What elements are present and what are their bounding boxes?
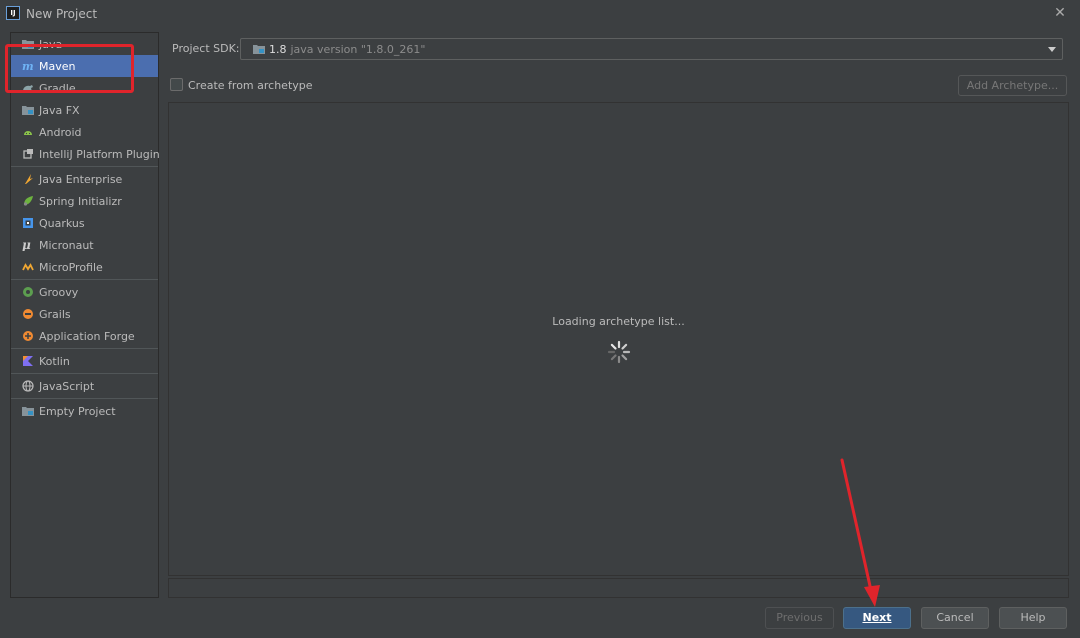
maven-icon: m: [22, 60, 34, 72]
create-from-archetype-checkbox[interactable]: [170, 78, 183, 91]
sidebar-item-empty-project[interactable]: Empty Project: [11, 400, 158, 422]
sidebar-item-java[interactable]: Java: [11, 33, 158, 55]
next-button-label: Next: [862, 611, 892, 624]
create-from-archetype-label[interactable]: Create from archetype: [188, 79, 313, 92]
sdk-folder-icon: [253, 45, 265, 54]
chevron-down-icon[interactable]: [1048, 47, 1056, 52]
gradle-icon: [22, 82, 34, 94]
sidebar-item-intellij-platform-plugin[interactable]: IntelliJ Platform Plugin: [11, 143, 160, 165]
sidebar-item-label: Java Enterprise: [39, 172, 123, 186]
close-icon[interactable]: ✕: [1052, 5, 1068, 21]
sidebar-item-quarkus[interactable]: Quarkus: [11, 212, 158, 234]
help-button[interactable]: Help: [999, 607, 1067, 629]
sidebar-item-label: Groovy: [39, 285, 79, 299]
sidebar-separator: [11, 348, 158, 349]
globe-icon: [22, 380, 34, 392]
sidebar-item-spring-initializr[interactable]: Spring Initializr: [11, 190, 158, 212]
sidebar-item-label: Gradle: [39, 81, 76, 95]
project-type-list: Java m Maven Gradle Java FX Android IntelliJ P…: [10, 32, 160, 598]
window-title: New Project: [26, 7, 98, 21]
sidebar-item-label: Android: [39, 125, 82, 139]
title-bar: IJ New Project ✕: [0, 0, 1080, 28]
sidebar-item-android[interactable]: Android: [11, 121, 158, 143]
cancel-button[interactable]: Cancel: [921, 607, 989, 629]
sidebar-item-label: Grails: [39, 307, 71, 321]
sidebar-item-microprofile[interactable]: MicroProfile: [11, 256, 158, 278]
sidebar-item-label: MicroProfile: [39, 260, 103, 274]
archetype-list-panel[interactable]: Loading archetype list...: [168, 102, 1069, 576]
groovy-icon: [22, 286, 34, 298]
forge-icon: [22, 330, 34, 342]
grails-icon: [22, 308, 34, 320]
sidebar-item-label: Quarkus: [39, 216, 85, 230]
sidebar-item-label: IntelliJ Platform Plugin: [39, 147, 160, 161]
quarkus-icon: [22, 217, 34, 229]
svg-text:m: m: [22, 60, 34, 72]
sidebar-item-javascript[interactable]: JavaScript: [11, 375, 158, 397]
plugin-icon: [22, 148, 34, 160]
sidebar-separator: [11, 166, 158, 167]
sidebar-item-label: JavaScript: [39, 379, 95, 393]
sidebar-item-kotlin[interactable]: Kotlin: [11, 350, 158, 372]
sidebar-separator: [11, 279, 158, 280]
sidebar-item-label: Java FX: [39, 103, 80, 117]
sidebar-item-label: Spring Initializr: [39, 194, 122, 208]
android-icon: [22, 126, 34, 138]
folder-icon: [22, 104, 34, 116]
spring-icon: [22, 195, 34, 207]
sidebar-item-java-fx[interactable]: Java FX: [11, 99, 158, 121]
kotlin-icon: [22, 355, 34, 367]
java-enterprise-icon: [22, 173, 34, 185]
sidebar-item-label: Java: [39, 37, 63, 51]
project-sdk-dropdown[interactable]: 1.8 java version "1.8.0_261": [240, 38, 1063, 60]
folder-icon: [22, 405, 34, 417]
previous-button[interactable]: Previous: [765, 607, 834, 629]
sidebar-item-label: Empty Project: [39, 404, 116, 418]
loading-spinner-icon: [607, 340, 631, 364]
sidebar-item-label: Micronaut: [39, 238, 94, 252]
sidebar-item-application-forge[interactable]: Application Forge: [11, 325, 158, 347]
sidebar-item-label: Maven: [39, 59, 76, 73]
sidebar-separator: [11, 398, 158, 399]
sidebar-item-grails[interactable]: Grails: [11, 303, 158, 325]
sdk-version: 1.8: [269, 42, 287, 56]
intellij-logo-icon: IJ: [6, 6, 20, 20]
sidebar-item-groovy[interactable]: Groovy: [11, 281, 158, 303]
sidebar-item-gradle[interactable]: Gradle: [11, 77, 158, 99]
sidebar-item-label: Application Forge: [39, 329, 135, 343]
folder-icon: [22, 38, 34, 50]
project-sdk-label: Project SDK:: [172, 42, 240, 55]
sidebar-item-java-enterprise[interactable]: Java Enterprise: [11, 168, 158, 190]
microprofile-icon: [22, 261, 34, 273]
sidebar-item-micronaut[interactable]: μ Micronaut: [11, 234, 158, 256]
sidebar-separator: [11, 373, 158, 374]
add-archetype-button[interactable]: Add Archetype...: [958, 75, 1067, 96]
sidebar-item-label: Kotlin: [39, 354, 70, 368]
sidebar-item-maven[interactable]: m Maven: [11, 55, 158, 77]
svg-text:μ: μ: [22, 239, 31, 251]
loading-text: Loading archetype list...: [552, 315, 685, 328]
micronaut-icon: μ: [22, 239, 34, 251]
archetype-description-panel: [168, 578, 1069, 598]
sdk-detail: java version "1.8.0_261": [290, 42, 426, 56]
next-button[interactable]: Next: [843, 607, 911, 629]
